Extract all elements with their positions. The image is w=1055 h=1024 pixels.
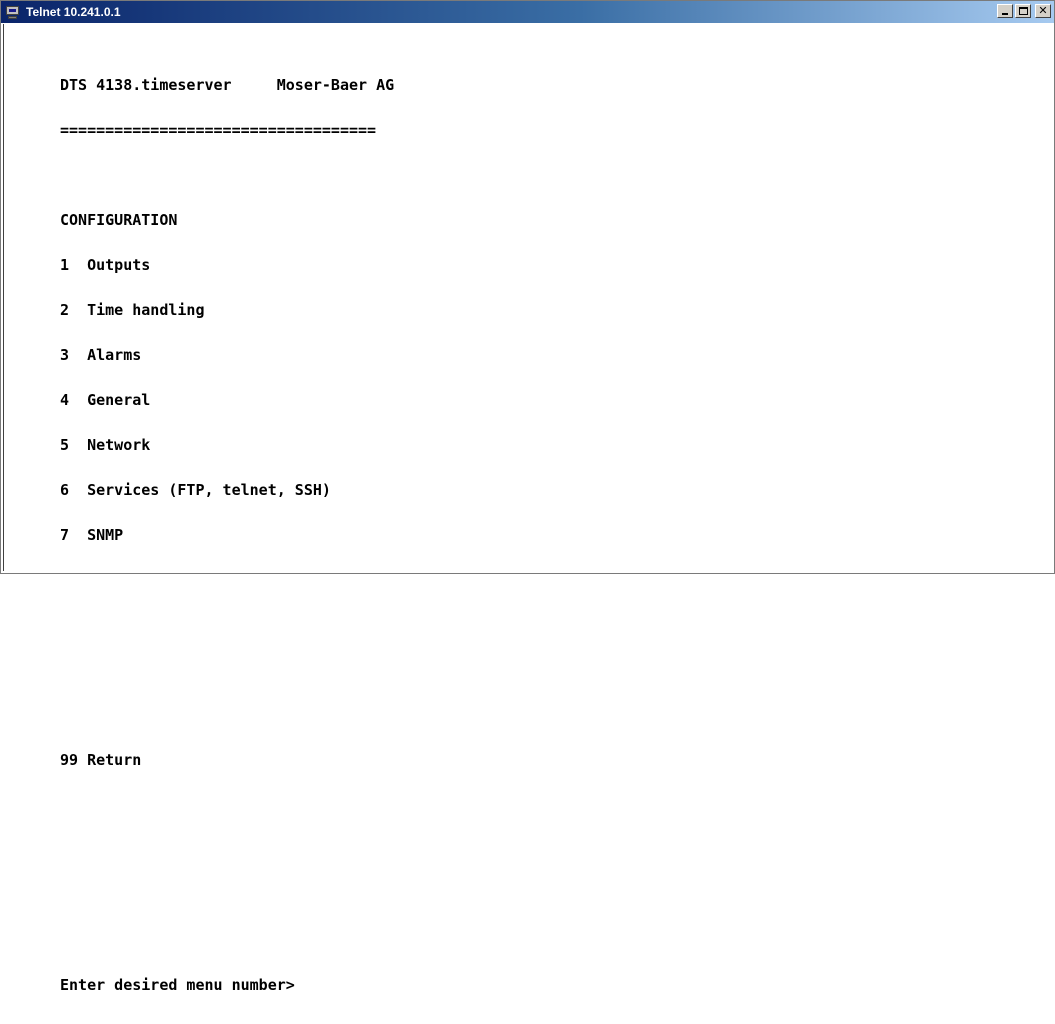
menu-item-label: Return bbox=[87, 751, 142, 769]
close-icon: ✕ bbox=[1038, 4, 1048, 17]
telnet-window: Telnet 10.241.0.1 ✕ DTS 4138.timeserver … bbox=[0, 0, 1055, 993]
close-button[interactable]: ✕ bbox=[1035, 4, 1051, 18]
terminal-area[interactable]: DTS 4138.timeserver Moser-Baer AG ======… bbox=[3, 24, 1052, 993]
menu-item-return: 99 Return bbox=[60, 753, 394, 768]
menu-item-number: 5 bbox=[60, 436, 70, 454]
menu-item-services: 6 Services (FTP, telnet, SSH) bbox=[60, 483, 394, 498]
menu-item-label: Time handling bbox=[87, 301, 205, 319]
menu-item-time-handling: 2 Time handling bbox=[60, 303, 394, 318]
menu-item-number: 4 bbox=[60, 391, 70, 409]
maximize-icon bbox=[1019, 7, 1028, 15]
menu-item-number: 3 bbox=[60, 346, 70, 364]
command-prompt: Enter desired menu number> bbox=[60, 976, 295, 994]
minimize-button[interactable] bbox=[997, 4, 1013, 18]
menu-item-outputs: 1 Outputs bbox=[60, 258, 394, 273]
section-title: CONFIGURATION bbox=[60, 211, 178, 229]
menu-item-number: 99 bbox=[60, 751, 79, 769]
maximize-button[interactable] bbox=[1015, 4, 1031, 18]
menu-item-alarms: 3 Alarms bbox=[60, 348, 394, 363]
menu-item-number: 7 bbox=[60, 526, 70, 544]
window-title: Telnet 10.241.0.1 bbox=[26, 5, 121, 19]
menu-item-label: Network bbox=[87, 436, 151, 454]
window-controls: ✕ bbox=[997, 4, 1051, 18]
separator-line: =================================== bbox=[60, 121, 377, 139]
menu-item-number: 1 bbox=[60, 256, 70, 274]
menu-item-number: 6 bbox=[60, 481, 70, 499]
title-bar[interactable]: Telnet 10.241.0.1 ✕ bbox=[1, 1, 1054, 23]
menu-item-network: 5 Network bbox=[60, 438, 394, 453]
menu-item-label: Alarms bbox=[87, 346, 142, 364]
menu-item-label: Services (FTP, telnet, SSH) bbox=[87, 481, 331, 499]
menu-item-number: 2 bbox=[60, 301, 70, 319]
menu-item-label: SNMP bbox=[87, 526, 124, 544]
menu-item-snmp: 7 SNMP bbox=[60, 528, 394, 543]
header-line: DTS 4138.timeserver Moser-Baer AG bbox=[60, 76, 395, 94]
terminal-output: DTS 4138.timeserver Moser-Baer AG ======… bbox=[60, 48, 394, 1023]
telnet-app-icon[interactable] bbox=[5, 4, 21, 20]
minimize-icon bbox=[1002, 13, 1008, 15]
menu-item-general: 4 General bbox=[60, 393, 394, 408]
menu-item-label: General bbox=[87, 391, 151, 409]
menu-item-label: Outputs bbox=[87, 256, 151, 274]
